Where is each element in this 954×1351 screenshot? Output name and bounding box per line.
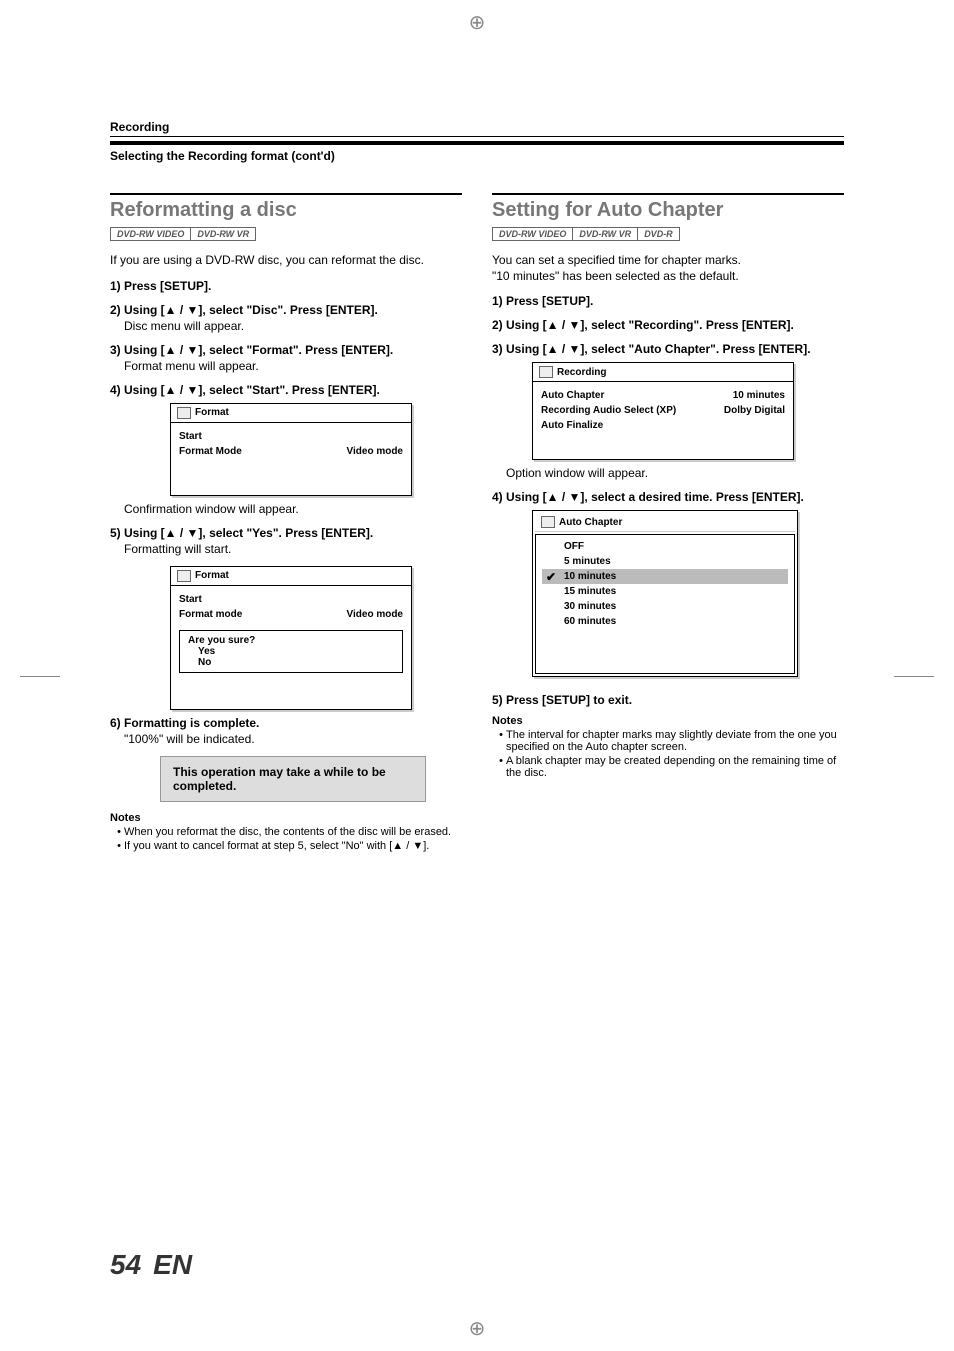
left-intro: If you are using a DVD-RW disc, you can … [110,253,462,269]
opt-15[interactable]: 15 minutes [542,584,788,599]
format-box-2: Format Start Format modeVideo mode Are y… [170,566,412,710]
breadcrumb: Recording [110,120,844,134]
rec-icon [539,366,553,378]
right-note-2: A blank chapter may be created depending… [506,755,844,779]
opt-60[interactable]: 60 minutes [542,614,788,629]
left-note-2: If you want to cancel format at step 5, … [124,840,462,852]
left-step-3: 3) Using [▲ / ▼], select "Format". Press… [110,343,462,357]
badge-dvd-r: DVD-R [637,227,680,241]
right-column: Setting for Auto Chapter DVD-RW VIDEODVD… [492,193,844,854]
format-box-1: Format Start Format ModeVideo mode [170,403,412,496]
left-column: Reformatting a disc DVD-RW VIDEODVD-RW V… [110,193,462,854]
right-step-5: 5) Press [SETUP] to exit. [492,693,844,707]
opt-off[interactable]: OFF [542,539,788,554]
left-step-6: 6) Formatting is complete. [110,716,462,730]
page-number: 54EN [110,1249,192,1281]
badge-dvdrw-video: DVD-RW VIDEO [110,227,191,241]
disc-icon [177,407,191,419]
right-intro: You can set a specified time for chapter… [492,253,844,284]
right-notes: The interval for chapter marks may sligh… [492,729,844,779]
right-notes-head: Notes [492,715,844,727]
opt-5[interactable]: 5 minutes [542,554,788,569]
opt-30[interactable]: 30 minutes [542,599,788,614]
rec-icon [541,516,555,528]
right-step-1: 1) Press [SETUP]. [492,294,844,308]
badge-dvdrw-video: DVD-RW VIDEO [492,227,573,241]
left-step-5: 5) Using [▲ / ▼], select "Yes". Press [E… [110,526,462,540]
confirm-box: Are you sure? Yes No [179,630,403,673]
callout-box: This operation may take a while to be co… [160,756,426,802]
right-badges: DVD-RW VIDEODVD-RW VRDVD-R [492,226,844,241]
right-step-4: 4) Using [▲ / ▼], select a desired time.… [492,490,844,504]
left-heading: Reformatting a disc [110,193,462,222]
left-note-1: When you reformat the disc, the contents… [124,826,462,838]
left-step-5-sub: Formatting will start. [124,542,462,556]
opt-10[interactable]: ✔10 minutes [542,569,788,584]
left-step-1: 1) Press [SETUP]. [110,279,462,293]
left-step-4: 4) Using [▲ / ▼], select "Start". Press … [110,383,462,397]
right-note-1: The interval for chapter marks may sligh… [506,729,844,753]
disc-icon [177,570,191,582]
left-step-6-sub: "100%" will be indicated. [124,732,462,746]
left-step-2: 2) Using [▲ / ▼], select "Disc". Press [… [110,303,462,317]
badge-dvdrw-vr: DVD-RW VR [572,227,638,241]
recording-box: Recording Auto Chapter10 minutes Recordi… [532,362,794,460]
right-heading: Setting for Auto Chapter [492,193,844,222]
left-after-box1: Confirmation window will appear. [124,502,462,516]
right-step-3: 3) Using [▲ / ▼], select "Auto Chapter".… [492,342,844,356]
right-after-box1: Option window will appear. [506,466,844,480]
left-notes-head: Notes [110,812,462,824]
auto-chapter-box: Auto Chapter OFF 5 minutes ✔10 minutes 1… [532,510,798,677]
left-badges: DVD-RW VIDEODVD-RW VR [110,226,462,241]
left-step-2-sub: Disc menu will appear. [124,319,462,333]
check-icon: ✔ [546,570,556,584]
crop-mark-bottom: ⊕ [469,1316,486,1341]
left-notes: When you reformat the disc, the contents… [110,826,462,852]
subtitle: Selecting the Recording format (cont'd) [110,149,844,163]
right-step-2: 2) Using [▲ / ▼], select "Recording". Pr… [492,318,844,332]
badge-dvdrw-vr: DVD-RW VR [190,227,256,241]
left-step-3-sub: Format menu will appear. [124,359,462,373]
